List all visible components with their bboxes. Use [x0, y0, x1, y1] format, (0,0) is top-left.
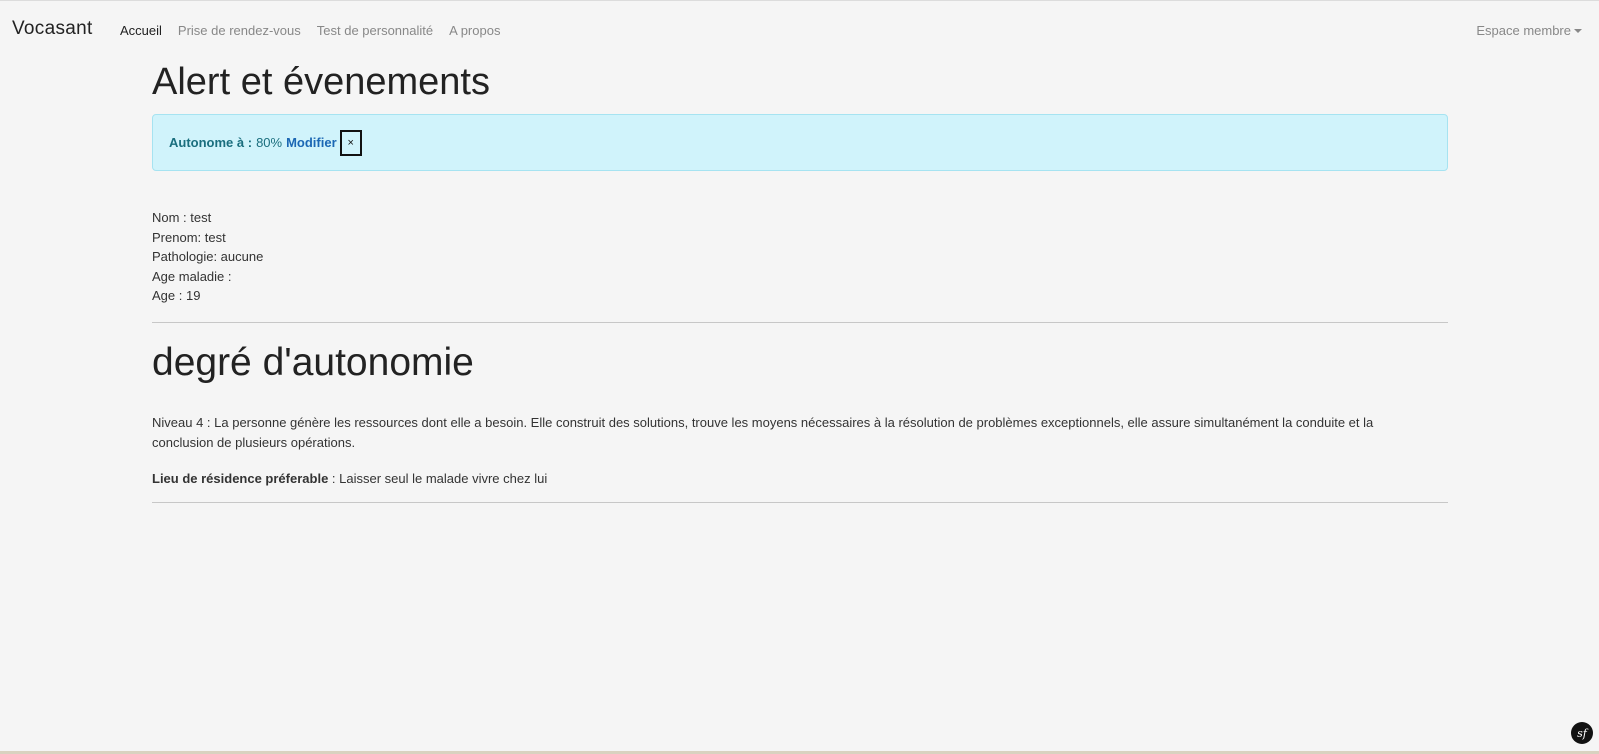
info-pathologie: Pathologie: aucune: [152, 249, 264, 264]
brand-logo[interactable]: Vocasant: [12, 18, 93, 40]
autonomy-alert: Autonome à : 80% Modifier ×: [152, 114, 1448, 171]
member-space-label: Espace membre: [1476, 23, 1571, 38]
residence-value: : Laisser seul le malade vivre chez lui: [328, 470, 548, 486]
caret-down-icon: [1574, 29, 1582, 33]
navbar: Vocasant Accueil Prise de rendez-vous Te…: [0, 1, 1599, 59]
residence-info: Lieu de résidence préferable : Laisser s…: [152, 471, 1448, 486]
info-age: Age : 19: [152, 288, 201, 303]
info-age-maladie: Age maladie :: [152, 268, 232, 284]
divider: [152, 321, 1448, 323]
nav-link-prise-de-rendez-vous[interactable]: Prise de rendez-vous: [178, 23, 301, 38]
nav-links: Accueil Prise de rendez-vous Test de per…: [120, 23, 500, 38]
autonomy-description: Niveau 4 : La personne génère les ressou…: [152, 414, 1374, 450]
nav-link-test-de-personnalite[interactable]: Test de personnalité: [317, 23, 433, 38]
nav-link-accueil[interactable]: Accueil: [120, 23, 162, 38]
main-content: Alert et évenements Autonome à : 80% Mod…: [152, 59, 1448, 503]
patient-info: Nom : test Prenom: test Pathologie: aucu…: [152, 208, 1448, 306]
symfony-logo-icon[interactable]: sf: [1571, 722, 1593, 744]
residence-label: Lieu de résidence préferable: [152, 470, 329, 486]
section-title: degré d'autonomie: [152, 340, 474, 384]
info-nom: Nom : test: [152, 210, 212, 225]
symfony-logo-text: sf: [1577, 726, 1587, 740]
page-title: Alert et évenements: [152, 61, 490, 103]
close-alert-button[interactable]: ×: [339, 129, 362, 156]
close-icon: ×: [347, 136, 354, 149]
modify-link[interactable]: Modifier: [286, 135, 337, 150]
nav-link-a-propos[interactable]: A propos: [449, 23, 500, 38]
alert-label: Autonome à :: [169, 135, 253, 150]
alert-value: 80%: [256, 135, 283, 150]
member-space-dropdown[interactable]: Espace membre: [1476, 23, 1582, 38]
info-prenom: Prenom: test: [152, 229, 226, 245]
divider: [152, 501, 1448, 503]
